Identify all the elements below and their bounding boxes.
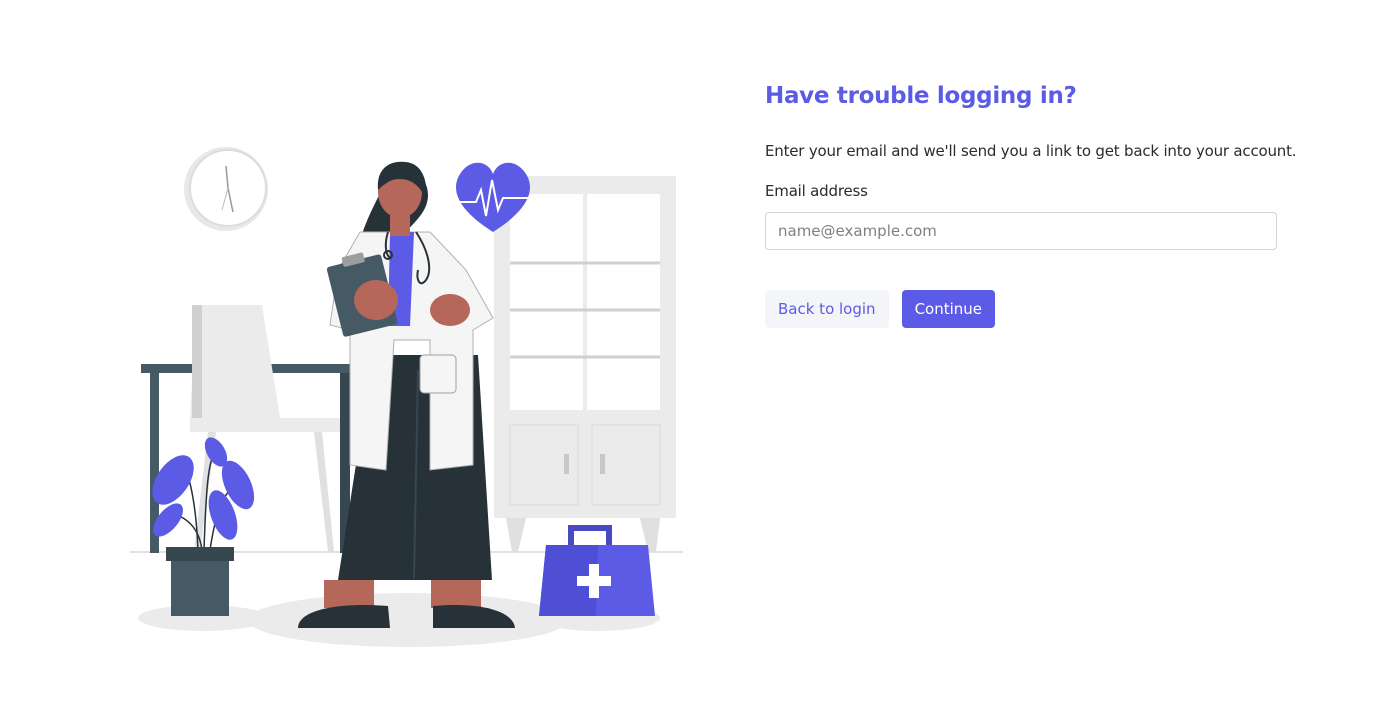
form-actions: Back to login Continue	[765, 290, 1355, 328]
email-input[interactable]	[765, 212, 1277, 250]
page-title: Have trouble logging in?	[765, 83, 1077, 109]
clock-icon	[184, 147, 268, 231]
cabinet	[494, 176, 676, 552]
continue-button[interactable]: Continue	[901, 290, 996, 328]
instructions-text: Enter your email and we'll send you a li…	[765, 142, 1297, 160]
password-reset-form: Have trouble logging in? Enter your emai…	[765, 80, 1355, 328]
back-to-login-button[interactable]: Back to login	[765, 290, 889, 328]
doctor-figure	[298, 161, 515, 628]
email-label: Email address	[765, 182, 868, 200]
doctor-illustration	[128, 140, 688, 655]
medical-kit-icon	[539, 525, 655, 616]
